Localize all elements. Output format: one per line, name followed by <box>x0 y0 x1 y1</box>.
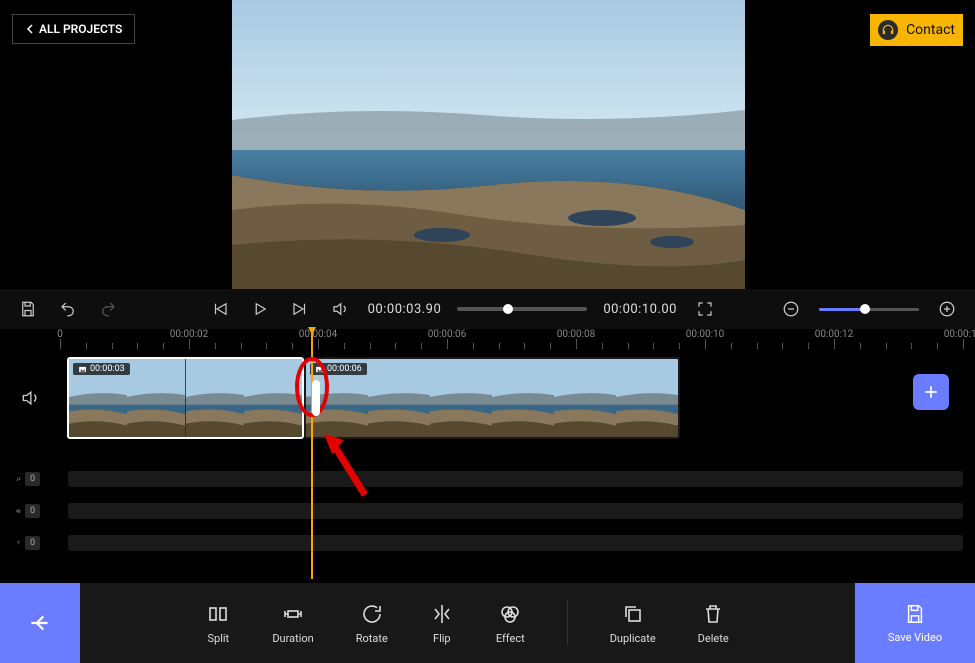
zoom-in-icon[interactable] <box>935 297 959 321</box>
audio-track-icon[interactable] <box>0 388 60 408</box>
split-label: Split <box>208 632 230 645</box>
all-projects-button[interactable]: ALL PROJECTS <box>12 14 135 44</box>
total-time: 00:00:10.00 <box>603 302 677 317</box>
effect-button[interactable]: Effect <box>496 602 525 645</box>
annotation-arrow <box>320 430 380 500</box>
duplicate-button[interactable]: Duplicate <box>610 602 656 645</box>
volume-icon[interactable] <box>328 297 352 321</box>
zoom-out-icon[interactable] <box>779 297 803 321</box>
flip-label: Flip <box>433 632 451 645</box>
undo-icon[interactable] <box>56 297 80 321</box>
headset-icon <box>878 20 898 40</box>
duration-button[interactable]: Duration <box>272 602 313 645</box>
track-count-badge: 0 <box>25 536 40 550</box>
track-lane[interactable] <box>68 535 963 551</box>
bottom-toolbar: Split Duration Rotate Flip Effect Duplic… <box>0 583 975 663</box>
current-time: 00:00:03.90 <box>368 302 442 317</box>
rotate-label: Rotate <box>356 632 388 645</box>
contact-label: Contact <box>906 22 955 38</box>
rotate-button[interactable]: Rotate <box>356 602 388 645</box>
video-track: 00:00:03 00:00:06 <box>0 357 975 439</box>
chevron-left-icon <box>25 24 35 34</box>
progress-slider[interactable] <box>457 307 587 311</box>
video-track-lane[interactable]: 00:00:03 00:00:06 <box>60 357 963 439</box>
delete-button[interactable]: Delete <box>698 602 729 645</box>
toolbar-divider <box>567 601 568 645</box>
track-count-badge: 0 <box>25 504 40 518</box>
back-button[interactable] <box>0 583 80 663</box>
controls-bar: 00:00:03.90 00:00:10.00 <box>0 289 975 329</box>
add-media-button[interactable] <box>913 374 949 410</box>
skip-forward-icon[interactable] <box>288 297 312 321</box>
fullscreen-icon[interactable] <box>693 297 717 321</box>
overlay-icon: 0 <box>0 503 40 519</box>
flip-button[interactable]: Flip <box>430 602 454 645</box>
all-projects-label: ALL PROJECTS <box>39 22 122 36</box>
play-icon[interactable] <box>248 297 272 321</box>
track-text[interactable]: 0 <box>0 527 975 559</box>
skip-back-icon[interactable] <box>208 297 232 321</box>
save-video-label: Save Video <box>888 631 942 644</box>
track-count-badge: 0 <box>25 472 40 486</box>
timeline-ruler[interactable]: 000:00:0200:00:0400:00:0600:00:0800:00:1… <box>60 329 963 357</box>
duration-label: Duration <box>272 632 313 645</box>
progress-knob[interactable] <box>503 304 513 314</box>
redo-icon <box>96 297 120 321</box>
music-icon: 0 <box>0 471 40 487</box>
effect-label: Effect <box>496 632 525 645</box>
split-button[interactable]: Split <box>206 602 230 645</box>
zoom-slider[interactable] <box>819 308 919 311</box>
track-music[interactable]: 0 <box>0 463 975 495</box>
track-lane[interactable] <box>68 471 963 487</box>
track-lane[interactable] <box>68 503 963 519</box>
zoom-knob[interactable] <box>860 304 870 314</box>
clip-duration-badge: 00:00:03 <box>73 363 130 375</box>
timeline-clip[interactable]: 00:00:06 <box>304 357 680 439</box>
timeline-clip[interactable]: 00:00:03 <box>67 357 304 439</box>
clip-handle[interactable] <box>312 380 320 416</box>
save-video-button[interactable]: Save Video <box>855 583 975 663</box>
save-project-icon[interactable] <box>16 297 40 321</box>
contact-button[interactable]: Contact <box>870 14 963 46</box>
ruler-label: 00:00:14 <box>944 329 975 340</box>
delete-label: Delete <box>698 632 729 645</box>
track-overlay[interactable]: 0 <box>0 495 975 527</box>
text-icon: 0 <box>0 535 40 551</box>
duplicate-label: Duplicate <box>610 632 656 645</box>
